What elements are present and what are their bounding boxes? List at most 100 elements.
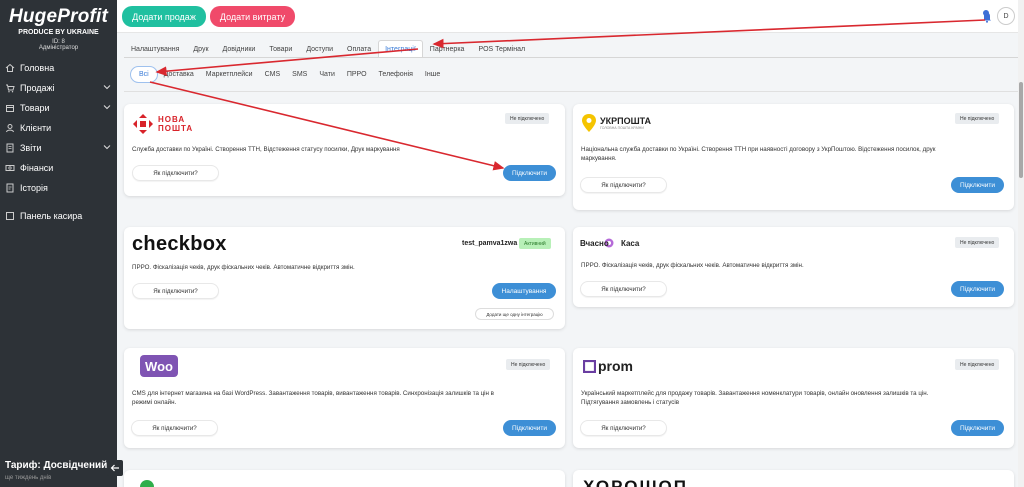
user-icon xyxy=(5,123,15,133)
ukrposhta-logo: УКРПОШТА ГОЛОВНА ПОШТА КРАЇНИ xyxy=(581,113,681,137)
sidebar-nav: Головна Продажі Товари Клієнти Звіти Фін… xyxy=(0,58,117,226)
collapse-sidebar-button[interactable] xyxy=(107,460,123,476)
tab-integrations[interactable]: Інтеграції xyxy=(378,40,423,57)
sidebar-item-clients[interactable]: Клієнти xyxy=(0,118,117,138)
integration-description: ПРРО. Фіскалізація чеків, друк фіскальни… xyxy=(581,262,804,269)
woo-logo-text: Woo xyxy=(145,358,173,374)
status-badge: Не підключено xyxy=(505,113,550,124)
tariff-label[interactable]: Тариф: Досвідчений xyxy=(5,460,107,471)
connect-button[interactable]: Підключити xyxy=(503,420,556,436)
user-avatar[interactable]: D xyxy=(997,7,1015,25)
status-badge: Не підключено xyxy=(955,113,1000,124)
status-badge: Не підключено xyxy=(955,359,1000,370)
tab-settings[interactable]: Налаштування xyxy=(124,40,186,57)
subtab-marketplaces[interactable]: Маркетплейси xyxy=(200,66,259,83)
sidebar-item-history[interactable]: Історія xyxy=(0,178,117,198)
sidebar-item-home[interactable]: Головна xyxy=(0,58,117,78)
sidebar-item-reports[interactable]: Звіти xyxy=(0,138,117,158)
integration-card-novaposhta: НОВА ПОШТА Не підключено Служба доставки… xyxy=(124,104,565,196)
user-role: Адміністратор xyxy=(38,45,79,51)
sidebar-item-label: Історія xyxy=(20,183,48,193)
subtab-sms[interactable]: SMS xyxy=(286,66,313,83)
how-to-connect-button[interactable]: Як підключити? xyxy=(132,283,219,299)
integration-description: ПРРО. Фіскалізація чеків, друк фіскальни… xyxy=(132,264,355,271)
scrollbar-thumb[interactable] xyxy=(1019,82,1023,178)
report-icon xyxy=(5,143,15,153)
novaposhta-logo-icon xyxy=(133,114,153,134)
integration-description: Національна служба доставки по Україні. … xyxy=(581,146,936,162)
add-another-integration-button[interactable]: Додати ще одну інтеграцію xyxy=(475,308,554,320)
settings-tabs: Налаштування Друк Довідники Товари Досту… xyxy=(124,40,532,57)
subtab-all[interactable]: Всі xyxy=(130,66,158,83)
integration-description: Український маркетплейс для продажу това… xyxy=(581,390,929,406)
integration-card-prom: prom Не підключено Український маркетпле… xyxy=(573,348,1014,448)
logo-subtitle: PRODUCE BY UKRAINE xyxy=(18,29,99,36)
woo-logo: Woo xyxy=(140,355,178,377)
top-bar: Додати продаж Додати витрату D xyxy=(117,0,1024,33)
tab-partners[interactable]: Партнерка xyxy=(423,40,472,57)
sidebar-item-label: Товари xyxy=(20,103,50,113)
subtab-chats[interactable]: Чати xyxy=(313,66,341,83)
settings-button[interactable]: Налаштування xyxy=(492,283,556,299)
novaposhta-logo-line1: НОВА xyxy=(158,115,186,124)
connect-button[interactable]: Підключити xyxy=(951,177,1004,193)
history-icon xyxy=(5,183,15,193)
subtab-telephony[interactable]: Телефонія xyxy=(373,66,419,83)
sidebar-item-label: Звіти xyxy=(20,143,42,153)
tab-access[interactable]: Доступи xyxy=(299,40,340,57)
sidebar-item-label: Головна xyxy=(20,63,55,73)
tab-directories[interactable]: Довідники xyxy=(216,40,263,57)
ukrposhta-logo-icon xyxy=(582,114,596,132)
notification-bell-icon[interactable] xyxy=(982,10,992,23)
subtab-cms[interactable]: CMS xyxy=(259,66,287,83)
integration-filter-tabs: Всі Доставка Маркетплейси CMS SMS Чати П… xyxy=(130,66,446,83)
subtab-prro[interactable]: ПРРО xyxy=(341,66,373,83)
account-name: test_pamva1zwa xyxy=(462,240,518,247)
register-icon xyxy=(5,211,15,221)
prom-logo-icon xyxy=(583,360,596,373)
vchasno-logo-text: Вчасно Каса xyxy=(580,239,640,248)
sidebar-item-sales[interactable]: Продажі xyxy=(0,78,117,98)
chevron-down-icon xyxy=(103,143,111,153)
integration-description: CMS для інтернет магазина на базі WordPr… xyxy=(132,390,494,406)
sidebar-item-label: Клієнти xyxy=(20,123,52,133)
chevron-down-icon xyxy=(103,103,111,113)
vchasno-logo: Вчасно Каса xyxy=(580,237,660,251)
sidebar-item-label: Продажі xyxy=(20,83,55,93)
how-to-connect-button[interactable]: Як підключити? xyxy=(580,281,667,297)
ukrposhta-logo-text: УКРПОШТА xyxy=(600,116,652,126)
integration-card-ukrposhta: УКРПОШТА ГОЛОВНА ПОШТА КРАЇНИ Не підключ… xyxy=(573,104,1014,210)
subtabs-divider xyxy=(124,91,1020,92)
prom-logo-text: prom xyxy=(598,358,633,374)
box-icon xyxy=(5,103,15,113)
how-to-connect-button[interactable]: Як підключити? xyxy=(132,165,219,181)
integration-card-checkbox: checkbox test_pamva1zwa Активний ПРРО. Ф… xyxy=(124,227,565,329)
status-badge: Не підключено xyxy=(506,359,551,370)
connect-button[interactable]: Підключити xyxy=(951,281,1004,297)
subtab-other[interactable]: Інше xyxy=(419,66,446,83)
sidebar-item-products[interactable]: Товари xyxy=(0,98,117,118)
tab-print[interactable]: Друк xyxy=(186,40,215,57)
how-to-connect-button[interactable]: Як підключити? xyxy=(580,177,667,193)
connect-button[interactable]: Підключити xyxy=(503,165,556,181)
tab-pos-terminal[interactable]: POS Термінал xyxy=(471,40,532,57)
finance-icon xyxy=(5,163,15,173)
status-badge: Не підключено xyxy=(955,237,1000,248)
logo[interactable]: HugeProfit PRODUCE BY UKRAINE ID: 8 Адмі… xyxy=(0,0,117,51)
add-expense-button[interactable]: Додати витрату xyxy=(210,6,295,27)
integration-card-woocommerce: Woo Не підключено CMS для інтернет магаз… xyxy=(124,348,565,448)
checkbox-logo: checkbox xyxy=(132,233,227,255)
tariff-subtitle: ще тиждень днів xyxy=(5,475,52,481)
sidebar-item-cashier-panel[interactable]: Панель касира xyxy=(0,206,117,226)
tab-payment[interactable]: Оплата xyxy=(340,40,378,57)
connect-button[interactable]: Підключити xyxy=(951,420,1004,436)
how-to-connect-button[interactable]: Як підключити? xyxy=(580,420,667,436)
novaposhta-logo-line2: ПОШТА xyxy=(158,124,194,133)
sidebar-item-label: Панель касира xyxy=(20,211,83,221)
sidebar-item-finance[interactable]: Фінанси xyxy=(0,158,117,178)
subtab-delivery[interactable]: Доставка xyxy=(158,66,200,83)
tab-products[interactable]: Товари xyxy=(262,40,299,57)
scrollbar-track[interactable] xyxy=(1018,0,1024,487)
how-to-connect-button[interactable]: Як підключити? xyxy=(131,420,218,436)
add-sale-button[interactable]: Додати продаж xyxy=(122,6,206,27)
